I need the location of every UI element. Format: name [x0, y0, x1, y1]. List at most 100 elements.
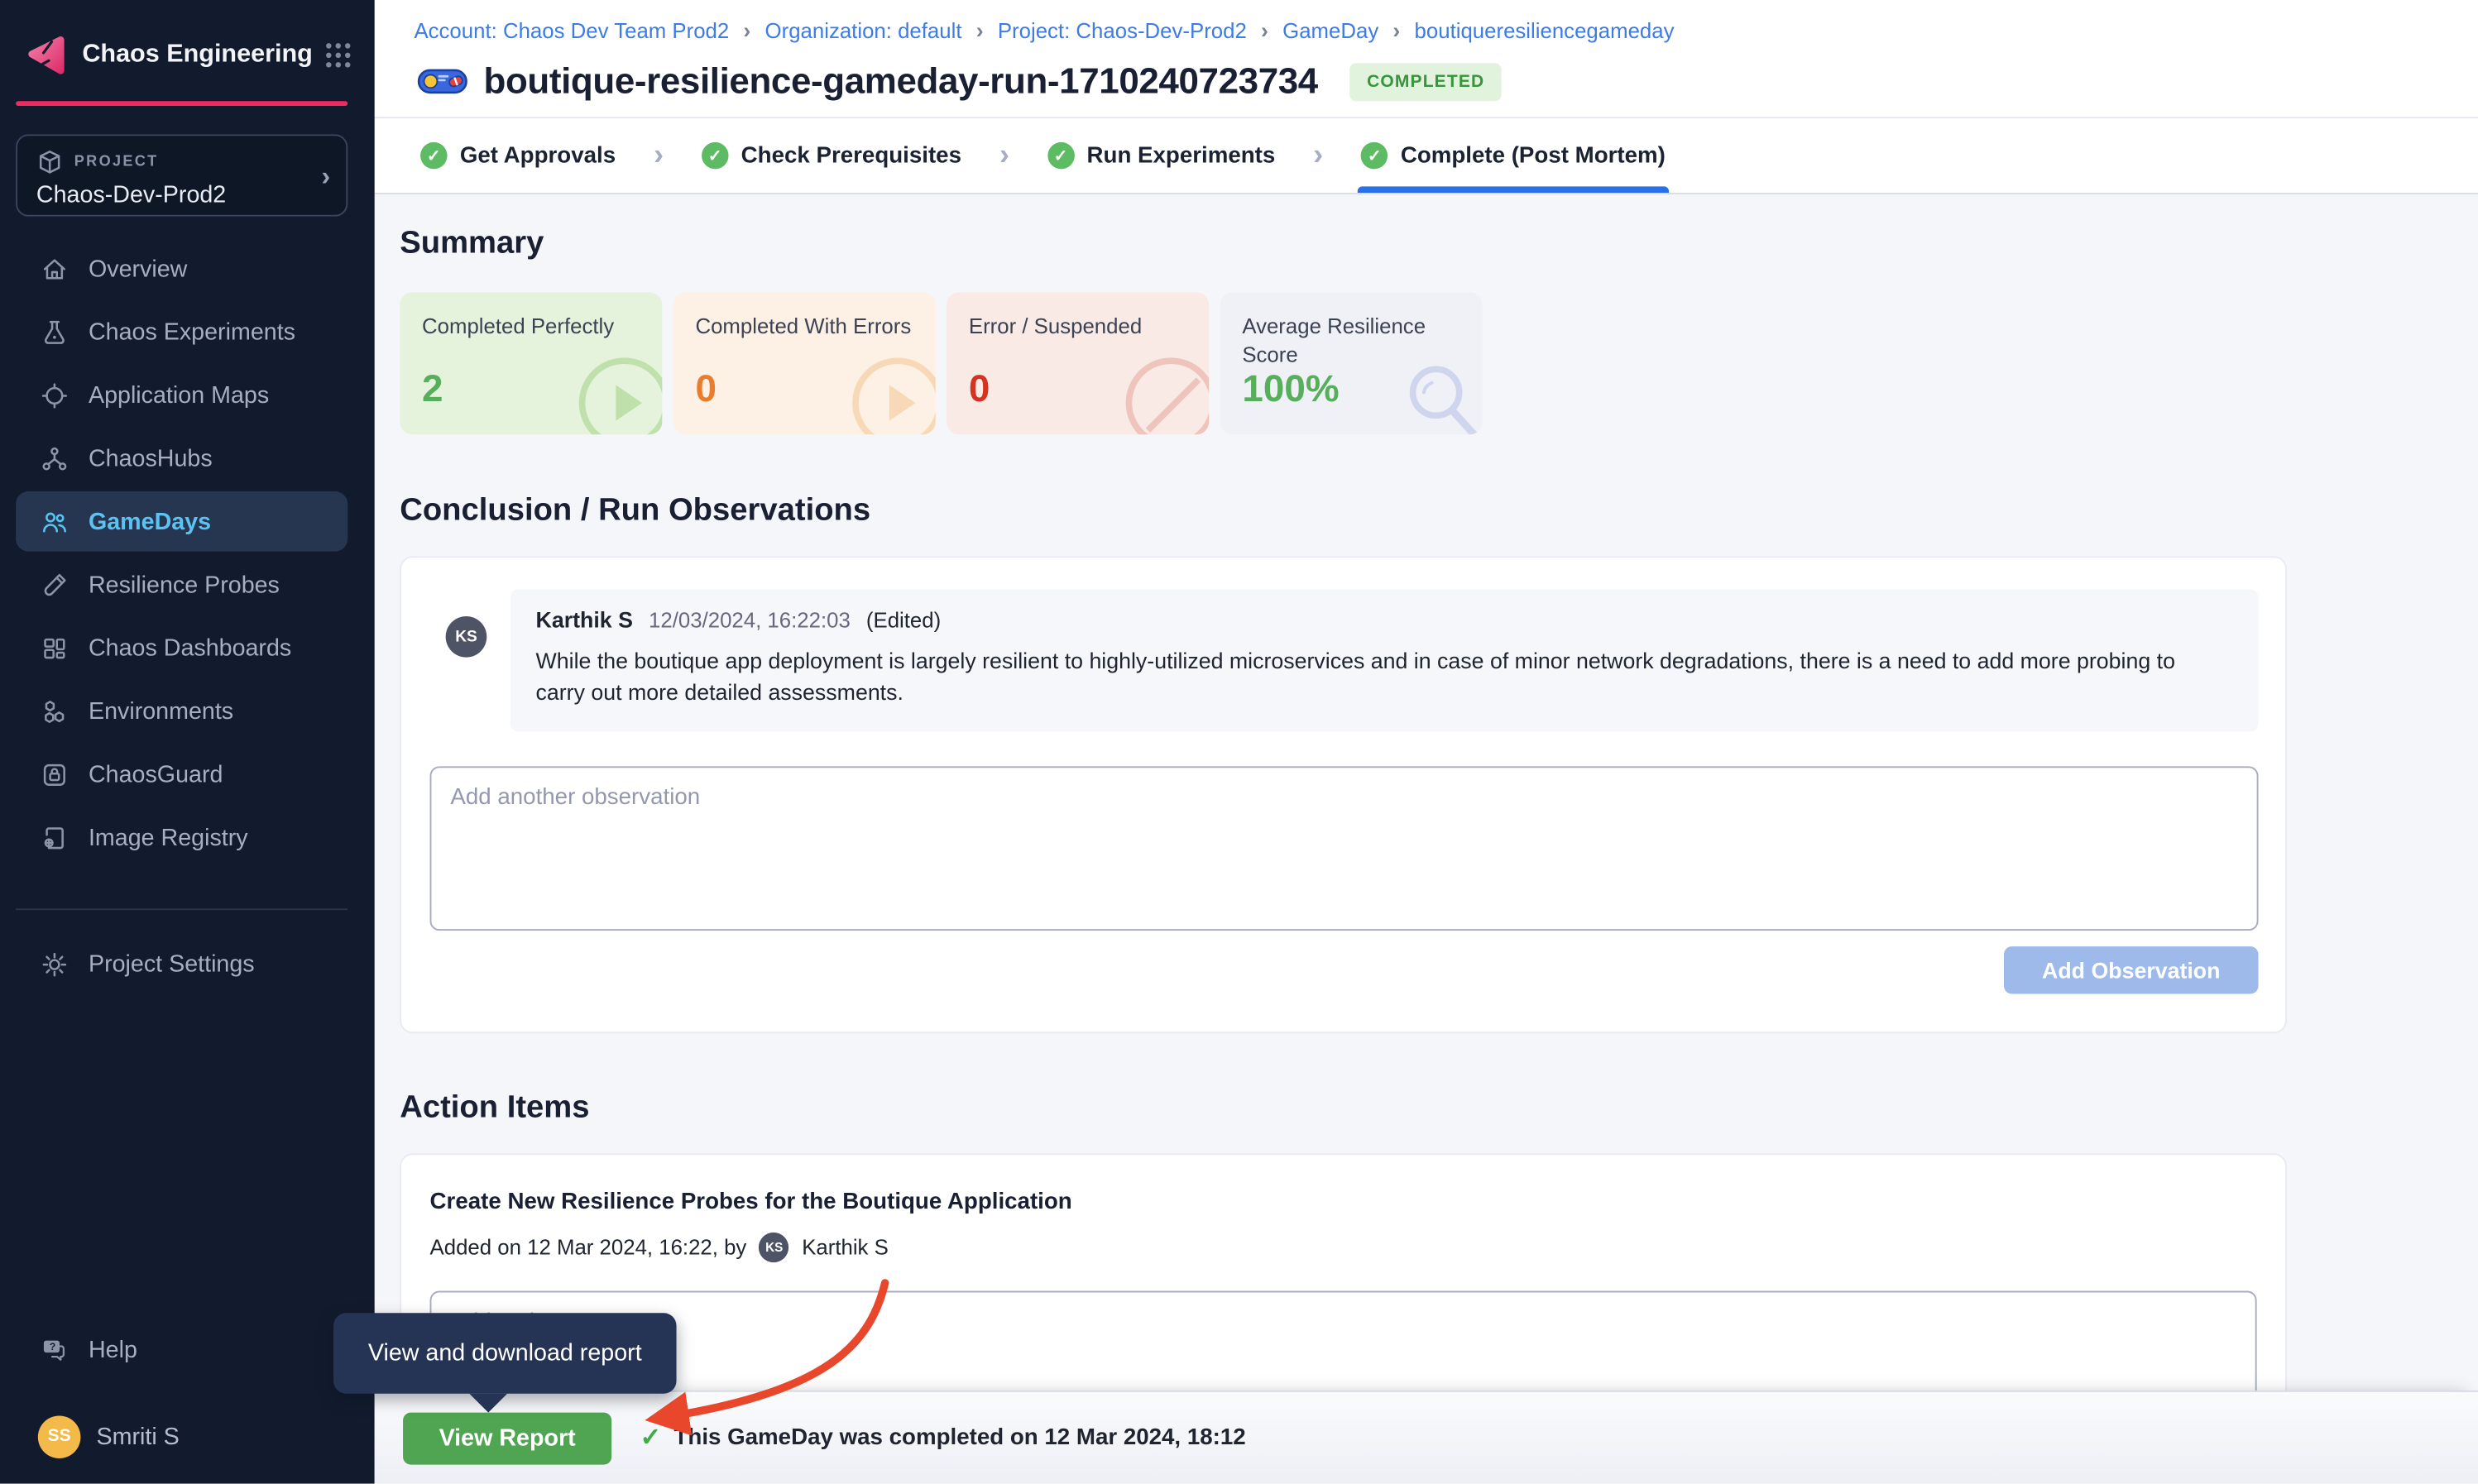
- sidebar-item-application-maps[interactable]: Application Maps: [0, 363, 375, 426]
- tab-label: Check Prerequisites: [741, 143, 961, 169]
- tab-label: Run Experiments: [1087, 143, 1276, 169]
- project-selector[interactable]: PROJECT Chaos-Dev-Prod2 ›: [16, 134, 347, 216]
- card-average-resilience-score: Average Resilience Score 100%: [1220, 292, 1483, 434]
- breadcrumb-account[interactable]: Account: Chaos Dev Team Prod2: [414, 18, 729, 42]
- dashboard-icon: [41, 634, 68, 661]
- view-report-button[interactable]: View Report: [403, 1412, 611, 1464]
- sidebar-item-image-registry[interactable]: Image Registry: [0, 806, 375, 869]
- sidebar-item-chaos-dashboards[interactable]: Chaos Dashboards: [0, 616, 375, 679]
- observation-comment: Karthik S 12/03/2024, 16:22:03 (Edited) …: [510, 589, 2259, 730]
- sidebar-item-label: Image Registry: [89, 824, 248, 850]
- footer-bar: View Report ✓ This GameDay was completed…: [375, 1391, 2478, 1484]
- stepper-tabbar: ✓ Get Approvals › ✓ Check Prerequisites …: [375, 118, 2478, 194]
- tab-label: Complete (Post Mortem): [1401, 143, 1666, 169]
- observations-panel: KS Karthik S 12/03/2024, 16:22:03 (Edite…: [400, 556, 2287, 1032]
- sidebar-item-label: ChaosHubs: [89, 445, 213, 472]
- action-item-meta: Added on 12 Mar 2024, 16:22, by KS Karth…: [430, 1232, 2257, 1261]
- chevron-right-icon: ›: [321, 161, 330, 193]
- summary-heading: Summary: [400, 226, 2478, 262]
- sidebar-item-chaosguard[interactable]: ChaosGuard: [0, 743, 375, 806]
- tab-run-experiments[interactable]: ✓ Run Experiments: [1047, 118, 1276, 193]
- app-grid-icon[interactable]: [324, 41, 352, 69]
- sidebar-item-overview[interactable]: Overview: [0, 237, 375, 300]
- action-item-added-text: Added on 12 Mar 2024, 16:22, by: [430, 1235, 747, 1259]
- sidebar-item-label: Chaos Experiments: [89, 318, 295, 345]
- svg-text:?: ?: [50, 1340, 55, 1352]
- status-badge: COMPLETED: [1349, 62, 1502, 100]
- chevron-right-icon: ›: [1261, 17, 1268, 43]
- network-icon: [41, 445, 68, 472]
- magnifier-icon: [1394, 352, 1483, 434]
- sidebar: Chaos Engineering PROJECT Chaos-Dev-Prod…: [0, 0, 375, 1484]
- cube-icon: [36, 149, 63, 175]
- tooltip-text: View and download report: [368, 1340, 642, 1367]
- sidebar-item-label: Environments: [89, 697, 233, 724]
- app-root: Chaos Engineering PROJECT Chaos-Dev-Prod…: [0, 0, 2478, 1484]
- sidebar-item-label: Resilience Probes: [89, 572, 280, 598]
- gear-icon: [41, 950, 68, 977]
- observation-input[interactable]: [430, 766, 2259, 931]
- breadcrumb-gameday-name[interactable]: boutiqueresiliencegameday: [1415, 18, 1675, 42]
- app-title: Chaos Engineering: [82, 41, 324, 69]
- action-item-title: Create New Resilience Probes for the Bou…: [430, 1190, 2257, 1215]
- project-label: PROJECT: [74, 153, 159, 170]
- comment-author-avatar: KS: [446, 616, 487, 658]
- breadcrumb-project[interactable]: Project: Chaos-Dev-Prod2: [998, 18, 1247, 42]
- play-circle-icon: [847, 352, 936, 434]
- tooltip-view-download-report: View and download report: [333, 1313, 676, 1393]
- summary-cards: Completed Perfectly 2 Completed With Err…: [400, 292, 2478, 434]
- tab-complete-post-mortem[interactable]: ✓ Complete (Post Mortem): [1361, 118, 1666, 193]
- lock-icon: [41, 761, 68, 787]
- chevron-right-icon: ›: [743, 17, 750, 43]
- sidebar-item-project-settings[interactable]: Project Settings: [0, 932, 375, 995]
- comment-author-name: Karthik S: [536, 606, 633, 632]
- play-circle-icon: [573, 352, 662, 434]
- check-circle-icon: ✓: [1047, 142, 1074, 169]
- chevron-right-icon: ›: [1392, 17, 1400, 43]
- action-item-author-avatar: KS: [760, 1232, 789, 1261]
- project-name: Chaos-Dev-Prod2: [36, 182, 327, 208]
- sidebar-item-chaoshubs[interactable]: ChaosHubs: [0, 427, 375, 490]
- check-icon: ✓: [640, 1422, 662, 1453]
- people-icon: [41, 508, 68, 534]
- tab-label: Get Approvals: [460, 143, 616, 169]
- main-area: Account: Chaos Dev Team Prod2 › Organiza…: [375, 0, 2478, 1484]
- chevron-right-icon: ›: [650, 138, 667, 173]
- chaos-engineering-logo-icon: [22, 31, 69, 79]
- sidebar-item-help[interactable]: ? Help: [0, 1318, 375, 1381]
- page-header: Account: Chaos Dev Team Prod2 › Organiza…: [375, 0, 2478, 118]
- user-menu[interactable]: SS Smriti S: [0, 1400, 375, 1472]
- chevron-right-icon: ›: [996, 138, 1013, 173]
- breadcrumb-gameday[interactable]: GameDay: [1282, 18, 1378, 42]
- breadcrumb-organization[interactable]: Organization: default: [765, 18, 962, 42]
- hexagons-icon: [41, 697, 68, 724]
- sidebar-item-chaos-experiments[interactable]: Chaos Experiments: [0, 300, 375, 363]
- target-icon: [41, 381, 68, 408]
- home-icon: [41, 255, 68, 281]
- tab-check-prerequisites[interactable]: ✓ Check Prerequisites: [702, 118, 961, 193]
- sidebar-item-label: Help: [89, 1336, 137, 1362]
- action-items-heading: Action Items: [400, 1089, 2478, 1126]
- sidebar-item-environments[interactable]: Environments: [0, 679, 375, 742]
- sidebar-nav: Overview Chaos Experiments Application M…: [0, 237, 375, 869]
- ban-circle-icon: [1120, 352, 1209, 434]
- action-item-author-name: Karthik S: [802, 1235, 889, 1259]
- sidebar-divider: [16, 908, 347, 910]
- sidebar-item-label: Chaos Dashboards: [89, 634, 291, 661]
- comment-edited-flag: (Edited): [866, 608, 941, 632]
- add-observation-button[interactable]: Add Observation: [2004, 945, 2259, 993]
- observations-heading: Conclusion / Run Observations: [400, 493, 2478, 529]
- sidebar-item-gamedays[interactable]: GameDays: [0, 490, 375, 553]
- content-scroll-area[interactable]: Summary Completed Perfectly 2 Completed …: [375, 194, 2478, 1484]
- sidebar-header: Chaos Engineering: [0, 26, 375, 86]
- check-circle-icon: ✓: [702, 142, 728, 169]
- tab-get-approvals[interactable]: ✓ Get Approvals: [420, 118, 616, 193]
- check-circle-icon: ✓: [420, 142, 447, 169]
- registry-icon: [41, 824, 68, 850]
- check-circle-icon: ✓: [1361, 142, 1388, 169]
- comment-text: While the boutique app deployment is lar…: [536, 644, 2212, 709]
- sidebar-item-label: GameDays: [89, 508, 211, 534]
- comment-timestamp: 12/03/2024, 16:22:03: [649, 608, 851, 632]
- sidebar-item-resilience-probes[interactable]: Resilience Probes: [0, 553, 375, 616]
- sidebar-item-label: Application Maps: [89, 381, 269, 408]
